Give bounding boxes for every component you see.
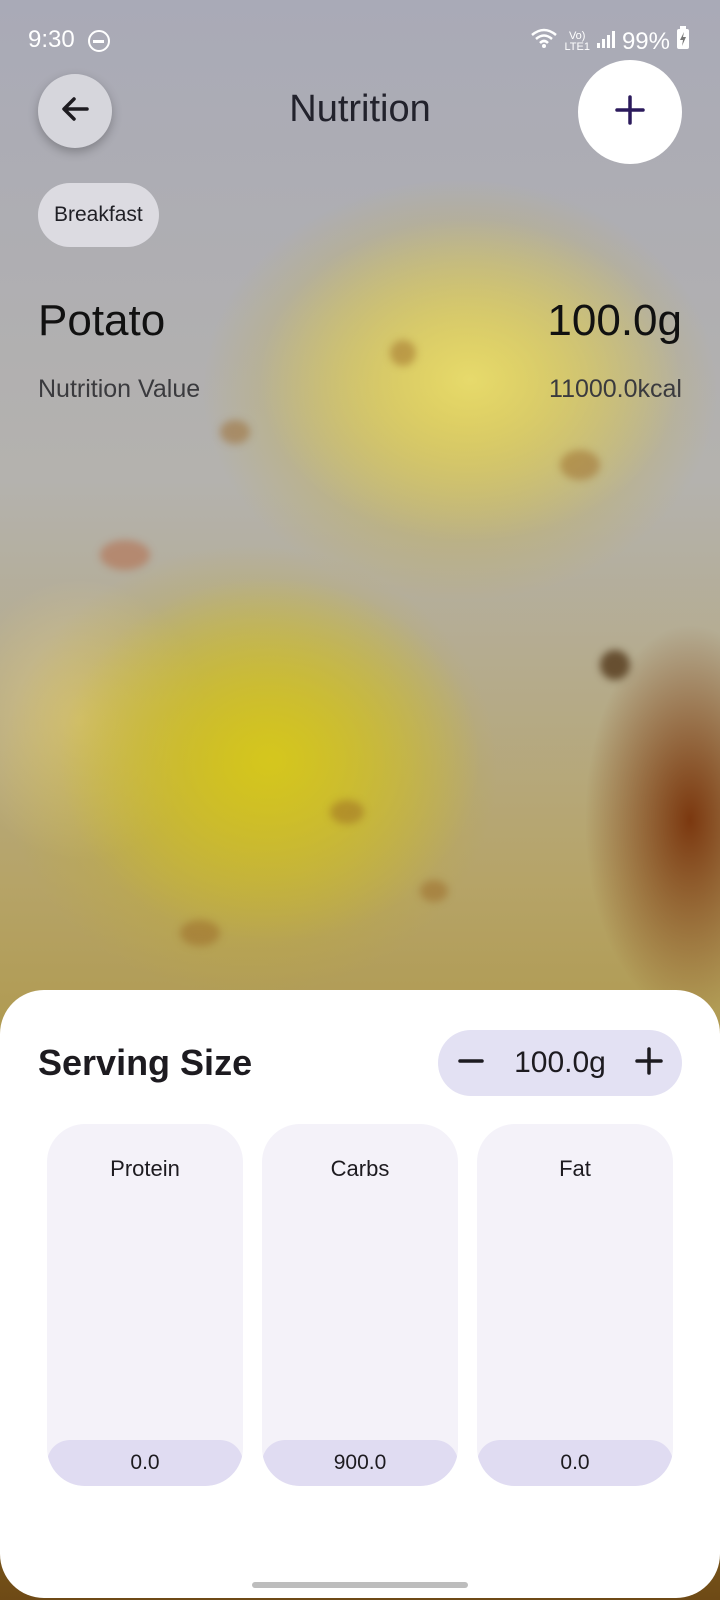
status-time: 9:30	[28, 26, 75, 53]
add-food-button[interactable]	[578, 60, 682, 164]
volte-icon: Vo) LTE1	[564, 29, 590, 53]
macro-label: Fat	[559, 1156, 591, 1181]
nutrition-value: 11000.0kcal	[549, 375, 682, 403]
macro-bar: 0.0	[477, 1440, 673, 1486]
battery-charging-icon	[676, 26, 690, 57]
food-weight: 100.0g	[547, 296, 682, 345]
plus-icon	[635, 1046, 663, 1075]
battery-level: 99%	[621, 27, 670, 55]
macro-card-carbs: Carbs 900.0	[262, 1124, 458, 1486]
macro-label: Protein	[110, 1156, 180, 1181]
macro-card-protein: Protein 0.0	[47, 1124, 243, 1486]
serving-sheet: Serving Size 100.0g Protein 0.0 Carbs 90…	[0, 990, 720, 1598]
wifi-icon	[530, 27, 558, 56]
macro-bar: 0.0	[47, 1440, 243, 1486]
status-icons: Vo) LTE1 99%	[530, 26, 690, 57]
macro-bar: 900.0	[262, 1440, 458, 1486]
gesture-nav-handle[interactable]	[252, 1582, 468, 1588]
macro-value: 0.0	[130, 1451, 160, 1474]
signal-icon	[596, 28, 616, 56]
macro-value: 900.0	[333, 1451, 387, 1474]
minus-icon	[458, 1058, 484, 1063]
plus-icon	[613, 93, 647, 132]
do-not-disturb-icon	[88, 30, 110, 52]
network-label: LTE1	[564, 40, 590, 53]
macro-label: Carbs	[330, 1156, 390, 1181]
macro-value: 0.0	[560, 1451, 590, 1474]
increment-button[interactable]	[634, 1046, 664, 1081]
meal-chip-breakfast[interactable]: Breakfast	[38, 183, 159, 247]
food-name: Potato	[38, 296, 166, 345]
serving-value: 100.0g	[514, 1046, 606, 1079]
nutrition-value-label: Nutrition Value	[38, 375, 201, 403]
serving-size-title: Serving Size	[38, 1042, 253, 1083]
serving-stepper: 100.0g	[438, 1030, 682, 1096]
decrement-button[interactable]	[456, 1046, 486, 1081]
macro-card-fat: Fat 0.0	[477, 1124, 673, 1486]
